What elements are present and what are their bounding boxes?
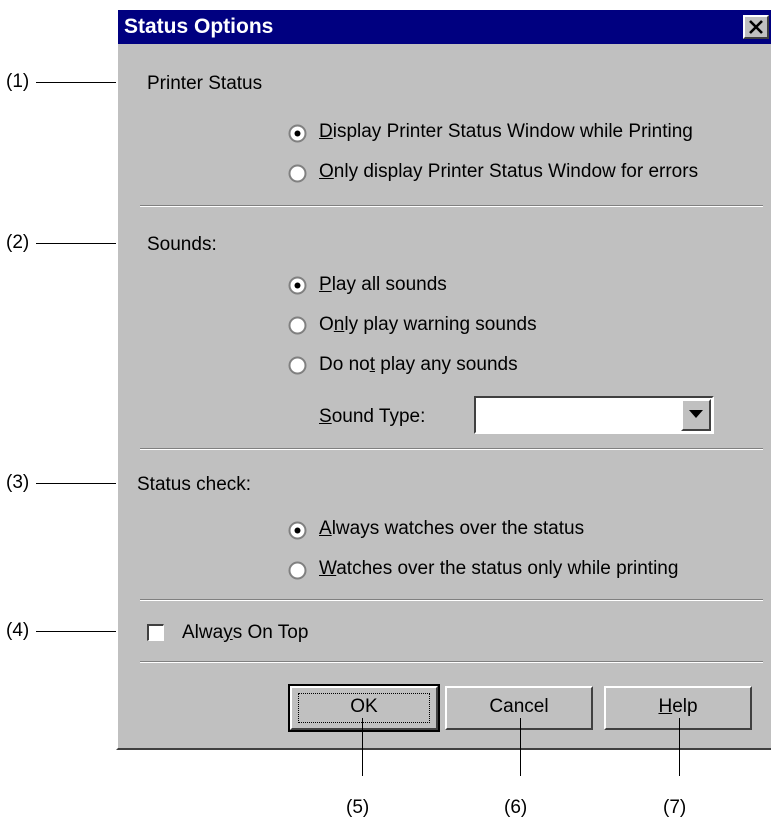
separator-1 xyxy=(140,205,763,207)
dialog-title: Status Options xyxy=(124,15,274,38)
label-warning-sounds[interactable]: Only play warning sounds xyxy=(319,314,537,336)
close-button[interactable] xyxy=(743,15,769,39)
callout-7: (7) xyxy=(663,797,687,818)
callout-3: (3) xyxy=(6,472,30,493)
always-on-top-label[interactable]: Always On Top xyxy=(182,622,308,644)
callout-5: (5) xyxy=(346,797,370,818)
radio-display-while-printing[interactable] xyxy=(288,124,307,143)
close-icon xyxy=(749,20,763,34)
callout-6-line xyxy=(520,718,521,776)
cancel-button[interactable]: Cancel xyxy=(445,686,593,730)
help-button[interactable]: Help xyxy=(604,686,752,730)
separator-4 xyxy=(140,661,763,663)
status-options-dialog: Status Options Printer Status Display Pr… xyxy=(116,8,771,750)
radio-no-sounds[interactable] xyxy=(288,356,307,375)
radio-watch-while-printing[interactable] xyxy=(288,561,307,580)
callout-1: (1) xyxy=(6,71,30,92)
radio-display-for-errors[interactable] xyxy=(288,164,307,183)
cancel-label: Cancel xyxy=(489,696,549,717)
chevron-down-icon xyxy=(689,410,703,418)
radio-always-watch[interactable] xyxy=(288,521,307,540)
help-label: Help xyxy=(658,696,698,717)
label-no-sounds[interactable]: Do not play any sounds xyxy=(319,354,518,376)
callout-5-line xyxy=(362,718,363,776)
printer-status-heading: Printer Status xyxy=(147,73,263,94)
separator-3 xyxy=(140,599,763,601)
separator-2 xyxy=(140,448,763,450)
ok-button[interactable]: OK xyxy=(288,684,440,732)
callout-6: (6) xyxy=(504,797,528,818)
callout-2: (2) xyxy=(6,232,30,253)
status-check-heading: Status check: xyxy=(137,474,252,495)
sound-type-select[interactable] xyxy=(474,396,714,434)
label-display-while-printing[interactable]: Display Printer Status Window while Prin… xyxy=(319,121,693,143)
label-play-all-sounds[interactable]: Play all sounds xyxy=(319,274,447,296)
sounds-heading: Sounds: xyxy=(147,234,217,255)
sound-type-dropdown-button[interactable] xyxy=(681,399,711,431)
label-always-watch[interactable]: Always watches over the status xyxy=(319,518,584,540)
label-display-for-errors[interactable]: Only display Printer Status Window for e… xyxy=(319,161,698,183)
callout-7-line xyxy=(679,718,680,776)
radio-play-all-sounds[interactable] xyxy=(288,276,307,295)
callout-4: (4) xyxy=(6,620,30,641)
always-on-top-checkbox[interactable] xyxy=(147,624,164,641)
label-watch-while-printing[interactable]: Watches over the status only while print… xyxy=(319,558,678,580)
ok-label: OK xyxy=(350,696,378,717)
title-bar: Status Options xyxy=(118,10,771,44)
radio-warning-sounds[interactable] xyxy=(288,316,307,335)
sound-type-label: Sound Type: xyxy=(319,406,426,427)
